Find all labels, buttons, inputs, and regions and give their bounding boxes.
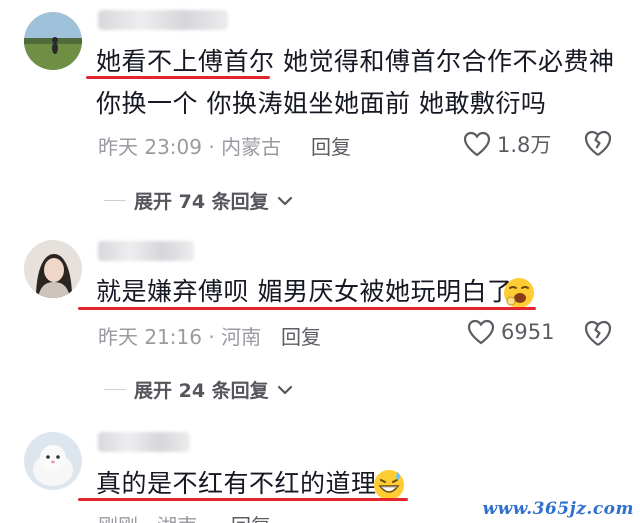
- site-watermark: www.365jz.com: [482, 499, 634, 519]
- heart-icon: [463, 131, 491, 157]
- username-blurred[interactable]: [98, 432, 190, 452]
- reply-button[interactable]: 回复: [311, 131, 351, 160]
- comment-text: 她看不上傅首尔 她觉得和傅首尔合作不必费神: [96, 47, 615, 76]
- comment-text: 真的是不红有不红的道理: [96, 469, 377, 498]
- comment-text: 你换一个 你换涛姐坐她面前 她敢敷衍吗: [96, 89, 547, 118]
- username-blurred[interactable]: [98, 241, 194, 261]
- expand-replies-label: 展开 74 条回复: [134, 191, 269, 213]
- expand-replies-label: 展开 24 条回复: [134, 380, 269, 402]
- dislike-broken-heart-icon[interactable]: [583, 128, 613, 158]
- dislike-broken-heart-icon[interactable]: [583, 318, 613, 348]
- comment-meta: 昨天 23:09 · 内蒙古: [98, 135, 282, 159]
- comment-meta: 刚刚 · 湖南: [98, 510, 197, 523]
- avatar-landscape-image: [24, 12, 82, 70]
- avatar-plush-toy-image: [24, 432, 82, 490]
- chevron-down-icon: [277, 196, 292, 205]
- expand-replies-button[interactable]: 展开 74 条回复: [104, 187, 293, 214]
- reply-button[interactable]: 回复: [231, 510, 271, 523]
- chevron-down-icon: [277, 385, 292, 394]
- grinning-sweat-face-emoji-icon: [374, 470, 404, 500]
- avatar[interactable]: [24, 12, 82, 70]
- comment-meta: 昨天 21:16 · 河南: [98, 325, 262, 349]
- avatar[interactable]: [24, 432, 82, 490]
- divider-line: [104, 200, 126, 201]
- avatar[interactable]: [24, 240, 82, 298]
- like-button[interactable]: 6951: [467, 319, 554, 345]
- like-button[interactable]: 1.8万: [463, 129, 551, 159]
- expand-replies-button[interactable]: 展开 24 条回复: [104, 376, 293, 403]
- comment-text: 就是嫌弃傅呗 媚男厌女被她玩明白了: [96, 277, 513, 306]
- reply-button[interactable]: 回复: [281, 321, 321, 350]
- like-count: 6951: [501, 320, 555, 344]
- highlight-underline: [78, 498, 408, 501]
- yawning-face-emoji-icon: [504, 278, 534, 308]
- divider-line: [104, 389, 126, 390]
- highlight-underline: [78, 307, 536, 310]
- heart-icon: [467, 319, 495, 345]
- highlight-underline: [86, 76, 270, 79]
- avatar-portrait-image: [24, 240, 82, 298]
- like-count: 1.8万: [497, 133, 552, 157]
- username-blurred[interactable]: [98, 10, 228, 30]
